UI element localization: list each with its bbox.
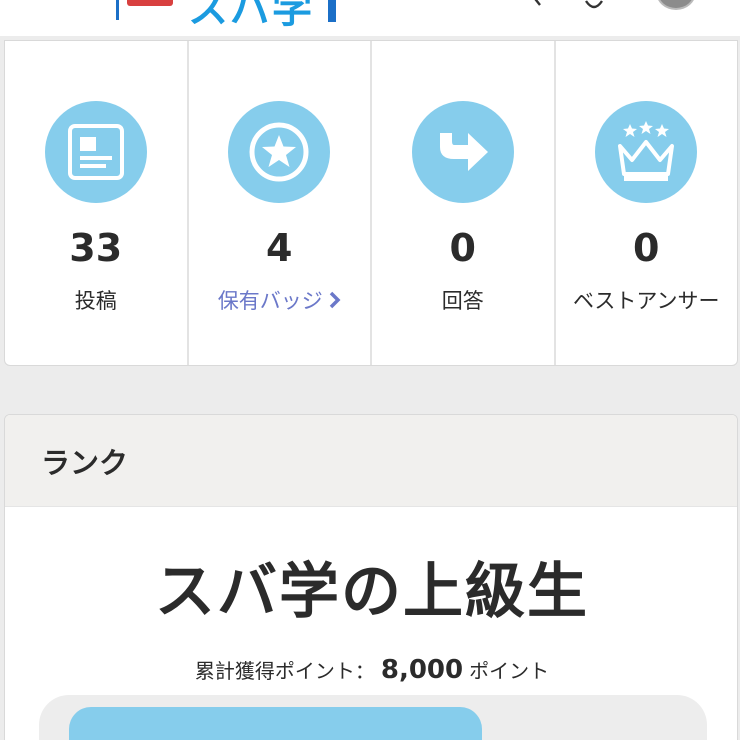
points-value: 8,000 <box>380 655 464 685</box>
stat-count: 0 <box>633 226 660 270</box>
article-icon <box>44 101 147 203</box>
logo-shield-icon <box>116 0 176 20</box>
rank-name: スバ学の上級生 <box>155 557 589 627</box>
rank-header: ランク <box>5 415 737 507</box>
stat-label: 保有バッジ <box>217 289 323 313</box>
points-unit: ポイント <box>469 659 550 683</box>
stat-badges[interactable]: 4 保有バッジ <box>189 41 372 365</box>
stat-count: 0 <box>449 226 476 270</box>
stat-answers[interactable]: 0 回答 <box>372 41 556 365</box>
logo-badge <box>127 0 173 6</box>
stat-posts[interactable]: 33 投稿 <box>5 41 189 365</box>
stat-label: 投稿 <box>74 289 117 313</box>
points-label: 累計獲得ポイント： <box>194 659 375 683</box>
rank-progress-fill <box>69 707 482 740</box>
rank-heading: ランク <box>41 445 129 480</box>
stat-count: 33 <box>69 226 123 270</box>
logo-bar <box>328 0 336 22</box>
search-icon[interactable] <box>530 0 546 8</box>
stat-label: ベストアンサー <box>572 289 720 313</box>
badges-link[interactable]: 保有バッジ <box>218 287 341 316</box>
rank-card: ランク スバ学の上級生 累計獲得ポイント： 8,000 ポイント <box>4 414 738 740</box>
crown-icon <box>595 101 698 203</box>
stats-card: 33 投稿 4 保有バッジ 0 回答 0 ベストアンサー <box>4 40 738 366</box>
badge-star-icon <box>228 101 331 203</box>
avatar[interactable] <box>656 0 696 10</box>
stat-label: 回答 <box>441 289 484 313</box>
reply-arrow-icon <box>411 101 514 203</box>
stat-best-answers[interactable]: 0 ベストアンサー <box>556 41 738 365</box>
stat-count: 4 <box>266 226 293 270</box>
points-summary: 累計獲得ポイント： 8,000 ポイント <box>5 655 737 685</box>
rank-progress-track <box>39 695 707 740</box>
app-header: スバ学 <box>0 0 740 36</box>
site-logo[interactable]: スバ学 <box>112 0 342 32</box>
bell-icon[interactable] <box>584 0 604 9</box>
logo-text: スバ学 <box>188 0 314 32</box>
chevron-right-icon <box>329 288 341 316</box>
